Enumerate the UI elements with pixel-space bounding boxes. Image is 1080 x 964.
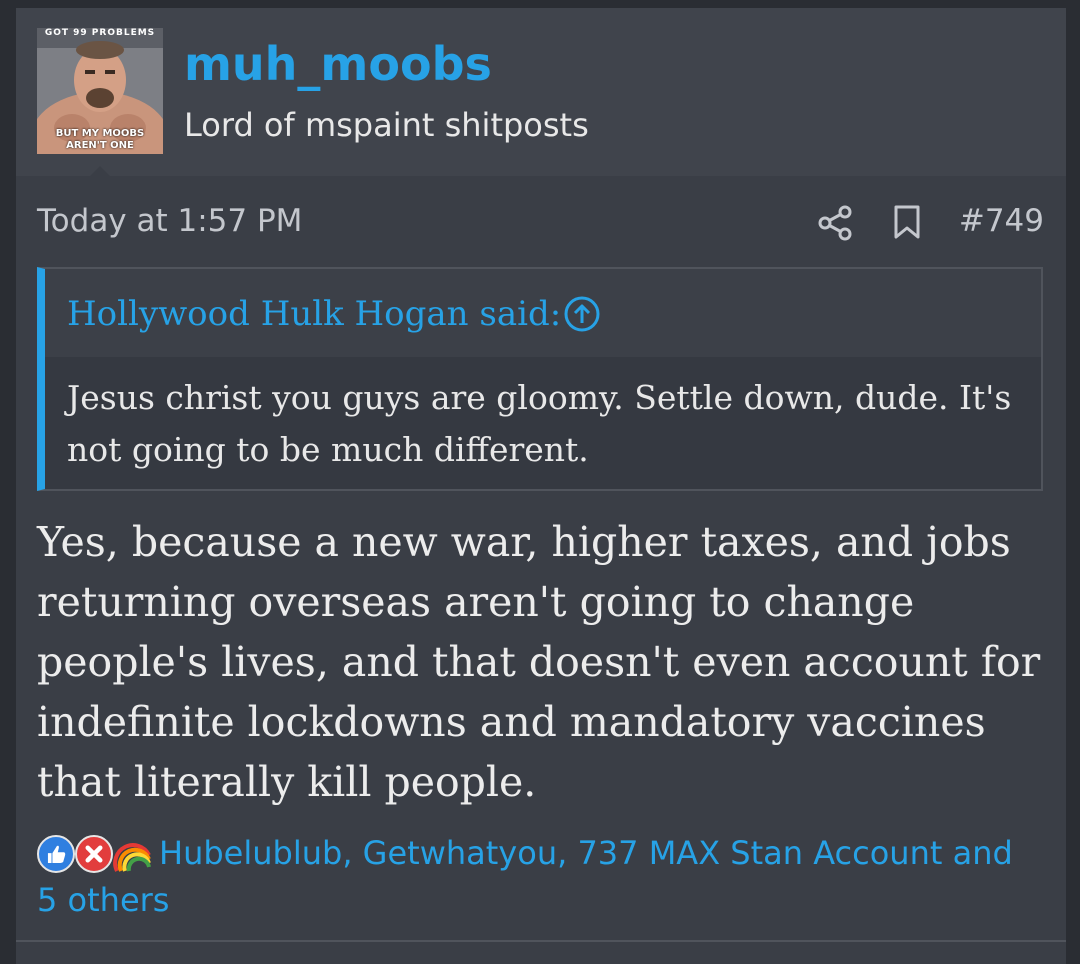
post-message: Yes, because a new war, higher taxes, an…	[37, 518, 1041, 806]
like-icon	[37, 835, 75, 873]
avatar[interactable]: GOT 99 PROBLEMS BUT MY MOOBS AREN'T ONE	[37, 28, 163, 154]
reactions-bar[interactable]: Hubelublub, Getwhatyou, 737 MAX Stan Acc…	[37, 830, 1037, 923]
reaction-icons[interactable]	[37, 833, 155, 877]
arrow-up-circle-icon[interactable]	[563, 295, 601, 333]
rainbow-icon	[113, 843, 151, 872]
post: GOT 99 PROBLEMS BUT MY MOOBS AREN'T ONE …	[16, 8, 1066, 964]
quote-header: Hollywood Hulk Hogan said:	[45, 269, 1041, 357]
quote-body: Jesus christ you guys are gloomy. Settle…	[67, 378, 1012, 469]
dislike-x-icon	[75, 835, 113, 873]
post-number[interactable]: #749	[959, 201, 1044, 241]
avatar-caption-top: GOT 99 PROBLEMS	[44, 28, 156, 38]
post-footer-divider	[16, 940, 1066, 942]
share-icon[interactable]	[816, 204, 854, 242]
post-timestamp[interactable]: Today at 1:57 PM	[37, 201, 302, 241]
header-arrow	[88, 166, 112, 178]
quote-block: Hollywood Hulk Hogan said: Jesus christ …	[37, 267, 1043, 491]
bookmark-icon[interactable]	[892, 204, 922, 240]
quote-author[interactable]: Hollywood Hulk Hogan said:	[67, 293, 561, 335]
avatar-caption-bottom: BUT MY MOOBS AREN'T ONE	[55, 128, 145, 151]
username[interactable]: muh_moobs	[184, 36, 492, 92]
post-author-header: GOT 99 PROBLEMS BUT MY MOOBS AREN'T ONE …	[16, 8, 1066, 176]
reaction-summary-link[interactable]: Hubelublub, Getwhatyou, 737 MAX Stan Acc…	[37, 834, 1013, 919]
user-title: Lord of mspaint shitposts	[184, 106, 589, 144]
